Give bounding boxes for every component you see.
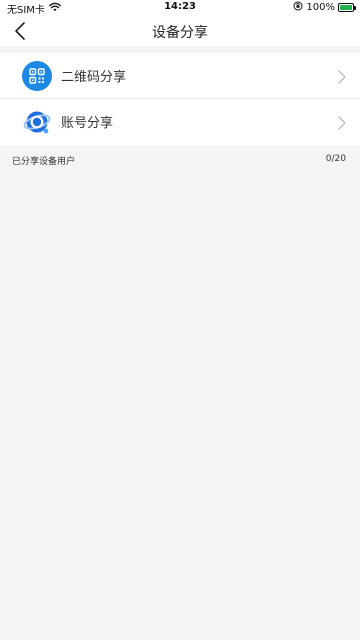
share-menu: 二维码分享 账号分享 bbox=[0, 53, 360, 145]
page-title: 设备分享 bbox=[152, 25, 208, 41]
status-right: 100% bbox=[293, 1, 356, 14]
qr-code-share-item[interactable]: 二维码分享 bbox=[0, 53, 360, 99]
nav-bar: 设备分享 bbox=[0, 16, 360, 46]
qr-code-icon bbox=[22, 61, 52, 91]
qr-code-share-label: 二维码分享 bbox=[61, 70, 127, 85]
account-share-item[interactable]: 账号分享 bbox=[0, 99, 360, 145]
account-share-label: 账号分享 bbox=[61, 116, 114, 131]
chevron-right-icon bbox=[338, 69, 346, 84]
battery-percent: 100% bbox=[306, 2, 335, 13]
chevron-right-icon bbox=[338, 115, 346, 130]
account-icon bbox=[22, 107, 52, 137]
shared-users-count: 0/20 bbox=[325, 154, 346, 164]
shared-users-title: 已分享设备用户 bbox=[12, 157, 76, 167]
battery-icon bbox=[338, 3, 356, 12]
orientation-lock-icon bbox=[293, 1, 303, 14]
shared-users-header: 已分享设备用户 0/20 bbox=[0, 152, 360, 168]
status-bar: 无SIM卡 14:23 100% bbox=[0, 0, 360, 16]
